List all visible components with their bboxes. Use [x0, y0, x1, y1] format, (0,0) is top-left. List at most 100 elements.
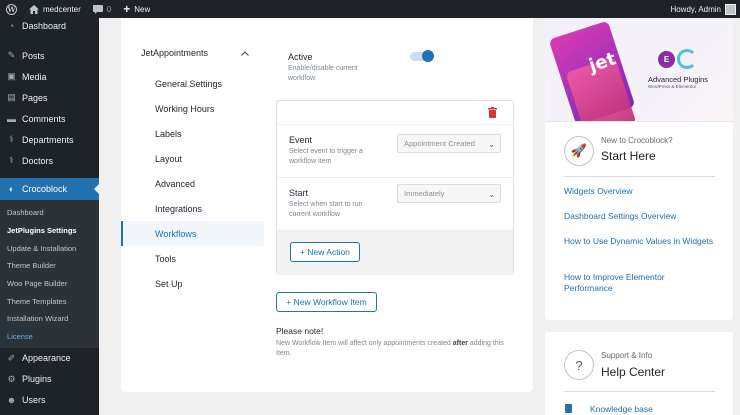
nav-item-labels[interactable]: Labels: [121, 121, 264, 146]
start-here-card: 🚀 New to Crocoblock? Start Here Widgets …: [545, 121, 733, 320]
workflow-item: Event Select event to trigger a workflow…: [276, 100, 514, 275]
sidebar-item-label: Plugins: [22, 374, 52, 384]
event-description: Select event to trigger a workflow item: [289, 148, 363, 165]
nav-item-integrations[interactable]: Integrations: [121, 196, 264, 221]
plus-icon: +: [123, 2, 131, 16]
promo-banner[interactable]: jet E Advanced Plugins WordPress & Eleme…: [545, 18, 733, 121]
event-field: Event Select event to trigger a workflow…: [277, 125, 513, 178]
link-elementor-performance[interactable]: How to Improve Elementor Performance: [564, 272, 714, 294]
submenu-item-theme-builder[interactable]: Theme Builder: [0, 257, 99, 275]
note-text: New Workflow Item will affect only appoi…: [276, 339, 516, 359]
nav-item-workflows[interactable]: Workflows: [121, 221, 264, 246]
submenu-item-theme-templates[interactable]: Theme Templates: [0, 292, 99, 310]
users-icon: ☻: [6, 395, 17, 405]
nav-item-set-up[interactable]: Set Up: [121, 271, 264, 296]
site-name: medcenter: [43, 4, 81, 14]
comment-icon: [92, 4, 103, 14]
sidebar-item-posts[interactable]: ✎ Posts: [0, 45, 99, 66]
submenu-item-dashboard[interactable]: Dashboard: [0, 204, 99, 222]
active-description: Enable/disable current workflow: [288, 65, 358, 82]
submenu-item-installation-wizard[interactable]: Installation Wizard: [0, 310, 99, 328]
sidebar-item-users[interactable]: ☻ Users: [0, 390, 99, 411]
menu-separator: [0, 171, 99, 178]
start-select[interactable]: Immediately ⌄: [397, 184, 501, 203]
crocoblock-logo-icon: [677, 49, 697, 69]
workflow-item-header: [277, 101, 513, 125]
submenu-item-woo-page-builder[interactable]: Woo Page Builder: [0, 275, 99, 293]
page-icon: ▤: [7, 92, 16, 102]
note-text-before: New Workflow Item will affect only appoi…: [276, 340, 453, 347]
link-dashboard-settings-overview[interactable]: Dashboard Settings Overview: [564, 211, 714, 222]
sidebar-item-crocoblock[interactable]: ◐ Crocoblock: [0, 178, 99, 200]
gauge-icon: ◔: [8, 20, 15, 31]
new-content-link[interactable]: + New: [117, 0, 156, 18]
sidebar-item-label: Appearance: [22, 353, 71, 363]
sidebar-item-label: Posts: [22, 50, 45, 61]
rocket-icon: 🚀: [564, 136, 594, 166]
admin-sidebar: ◔ Dashboard ✎ Posts ▣ Media ▤ Pages ▬ Co…: [0, 18, 99, 415]
wordpress-icon: W: [6, 3, 17, 15]
comments-count: 0: [106, 4, 112, 14]
divider: [564, 391, 715, 392]
sidebar-item-label: Crocoblock: [22, 184, 68, 194]
nav-item-tools[interactable]: Tools: [121, 246, 264, 271]
nav-group-jetappointments[interactable]: JetAppointments: [121, 35, 264, 71]
sidebar-item-appearance[interactable]: ✐ Appearance: [0, 348, 99, 369]
start-field: Start Select when start to run current w…: [277, 178, 513, 231]
nav-item-advanced[interactable]: Advanced: [121, 171, 264, 196]
submenu-item-license[interactable]: License: [0, 328, 99, 346]
comment-icon: ▬: [7, 113, 16, 124]
nav-item-working-hours[interactable]: Working Hours: [121, 96, 264, 121]
sidebar-item-media[interactable]: ▣ Media: [0, 66, 99, 87]
settings-nav: JetAppointments General Settings Working…: [121, 18, 264, 296]
link-widgets-overview[interactable]: Widgets Overview: [564, 186, 714, 197]
nav-item-layout[interactable]: Layout: [121, 146, 264, 171]
crocoblock-icon: ◐: [8, 184, 15, 194]
new-workflow-item-button[interactable]: + New Workflow Item: [276, 292, 377, 312]
home-icon: [29, 4, 39, 14]
media-icon: ▣: [7, 71, 16, 81]
sidebar-item-dashboard[interactable]: ◔ Dashboard: [0, 15, 99, 36]
promo-subtitle: WordPress & Elementor: [648, 84, 697, 89]
active-label: Active: [288, 52, 313, 62]
admin-bar: W medcenter 0 + New Howdy, Admin: [0, 0, 740, 18]
submenu-item-jetplugins-settings[interactable]: JetPlugins Settings: [0, 222, 99, 240]
submenu-item-update-installation[interactable]: Update & Installation: [0, 239, 99, 257]
sidebar-item-plugins[interactable]: ⚙ Plugins: [0, 369, 99, 390]
new-label: New: [134, 4, 151, 14]
start-select-value: Immediately: [404, 189, 445, 198]
sidebar-item-comments[interactable]: ▬ Comments: [0, 108, 99, 129]
chevron-up-icon: [241, 50, 249, 56]
nav-item-general-settings[interactable]: General Settings: [121, 71, 264, 96]
trash-icon[interactable]: [488, 107, 497, 118]
sidebar-item-doctors[interactable]: ⚕ Doctors: [0, 150, 99, 171]
note-text-emphasis: after: [452, 340, 468, 347]
chevron-down-icon: ⌄: [488, 190, 495, 199]
plugin-icon: ⚙: [7, 373, 16, 384]
workflow-note: Please note! New Workflow Item will affe…: [276, 326, 516, 359]
link-knowledge-base[interactable]: Knowledge base: [590, 404, 740, 415]
active-toggle[interactable]: [410, 50, 434, 62]
card-kicker: Support & Info: [601, 351, 653, 360]
question-icon: ?: [564, 350, 594, 380]
workflow-item-footer: + New Action: [277, 231, 513, 275]
my-account-menu[interactable]: Howdy, Admin: [670, 3, 740, 15]
sidebar-item-label: Dashboard: [22, 20, 67, 31]
link-dynamic-values[interactable]: How to Use Dynamic Values in Widgets: [564, 236, 714, 247]
greeting: Howdy, Admin: [670, 4, 721, 14]
stethoscope-icon: ⚕: [9, 134, 14, 144]
event-select[interactable]: Appointment Created ⌄: [397, 134, 501, 153]
crocoblock-submenu: Dashboard JetPlugins Settings Update & I…: [0, 200, 99, 348]
sidebar-item-pages[interactable]: ▤ Pages: [0, 87, 99, 108]
brush-icon: ✐: [7, 352, 16, 363]
help-center-card: ? Support & Info Help Center Knowledge b…: [545, 332, 733, 415]
sidebar-item-label: Comments: [22, 113, 66, 124]
elementor-icon: E: [658, 51, 675, 68]
new-action-button[interactable]: + New Action: [290, 242, 360, 262]
avatar: [725, 3, 736, 15]
sidebar-item-label: Users: [22, 395, 46, 405]
promo-title: Advanced Plugins: [648, 75, 709, 84]
divider: [564, 176, 715, 177]
sidebar-item-departments[interactable]: ⚕ Departments: [0, 129, 99, 150]
card-title: Help Center: [601, 365, 666, 379]
